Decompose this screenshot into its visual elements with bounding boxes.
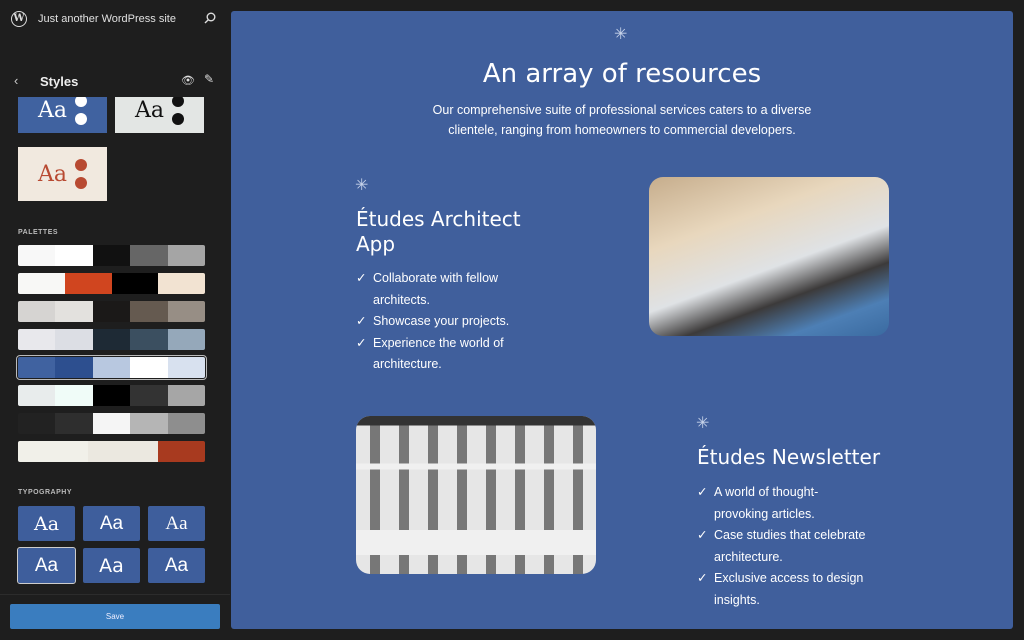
- variation-sample-text: Aa: [134, 97, 164, 123]
- list-item: A world of thought-provoking articles.: [697, 482, 872, 525]
- palette-option[interactable]: [18, 441, 205, 462]
- panel-title: Styles: [40, 74, 79, 89]
- newsletter-heading: Études Newsletter: [697, 445, 881, 469]
- palette-swatch: [64, 273, 112, 294]
- palette-swatch: [130, 301, 168, 322]
- variation-sample-text: Aa: [37, 97, 67, 123]
- palette-swatch: [18, 441, 89, 462]
- typography-option[interactable]: Aa: [148, 506, 205, 541]
- palette-option[interactable]: [18, 385, 205, 406]
- palette-swatch: [130, 413, 168, 434]
- variation-sample-text: Aa: [37, 161, 67, 187]
- typography-option[interactable]: Aa: [18, 506, 75, 541]
- site-title[interactable]: Just another WordPress site: [38, 13, 176, 25]
- palette-swatch: [55, 329, 93, 350]
- palette-swatch: [92, 413, 131, 434]
- palette-swatch: [55, 413, 93, 434]
- style-variation-card[interactable]: Aa: [18, 147, 107, 201]
- divider: [0, 594, 230, 595]
- newsletter-feature-list: A world of thought-provoking articles. C…: [697, 482, 872, 611]
- list-item: Experience the world of architecture.: [356, 333, 531, 376]
- page-subtitle: Our comprehensive suite of professional …: [432, 103, 812, 137]
- wordpress-logo-icon[interactable]: W: [11, 11, 27, 27]
- palette-swatch: [92, 357, 131, 378]
- palette-swatch: [92, 329, 131, 350]
- palette-swatch: [55, 301, 93, 322]
- palette-option[interactable]: [18, 245, 205, 266]
- eye-icon[interactable]: 👁: [181, 74, 195, 87]
- photo-person-photographing-building: [649, 177, 889, 336]
- palette-swatch: [158, 441, 205, 462]
- palette-swatch: [167, 357, 205, 378]
- palette-swatch: [92, 385, 131, 406]
- palette-swatch: [111, 273, 159, 294]
- preview-canvas[interactable]: ✳ An array of resources Our comprehensiv…: [231, 11, 1013, 629]
- styles-scroll-area[interactable]: Aa Aa Aa PALETTES TYPOGRAPHY Aa Aa Aa Aa Aa Aa: [0, 97, 230, 590]
- palette-option[interactable]: [18, 329, 205, 350]
- palette-swatch: [167, 329, 205, 350]
- palette-swatch: [92, 301, 131, 322]
- asterisk-icon: ✳: [696, 415, 710, 432]
- palette-swatch: [158, 273, 205, 294]
- back-icon[interactable]: ‹: [14, 73, 18, 88]
- palette-swatch: [18, 245, 56, 266]
- color-dots-icon: [75, 159, 87, 189]
- palette-swatch: [18, 357, 56, 378]
- asterisk-icon: ✳: [355, 177, 369, 194]
- search-icon[interactable]: [204, 12, 216, 24]
- list-item: Showcase your projects.: [356, 311, 531, 333]
- app-feature-list: Collaborate with fellow architects. Show…: [356, 268, 531, 376]
- palette-swatch: [130, 357, 168, 378]
- app-heading: Études Architect App: [356, 207, 521, 256]
- palette-swatch: [18, 329, 56, 350]
- asterisk-icon: ✳: [614, 26, 628, 43]
- palette-swatch: [130, 329, 168, 350]
- palette-swatch: [167, 413, 205, 434]
- palette-swatch: [92, 245, 131, 266]
- palette-swatch: [55, 357, 93, 378]
- typography-label: TYPOGRAPHY: [18, 489, 73, 496]
- typography-option[interactable]: Aa: [17, 547, 76, 584]
- list-item: Case studies that celebrate architecture…: [697, 525, 872, 568]
- palette-swatch: [130, 385, 168, 406]
- color-dots-icon: [172, 97, 184, 125]
- palette-swatch: [167, 301, 205, 322]
- save-button[interactable]: Save: [10, 604, 220, 629]
- style-variation-card[interactable]: Aa: [18, 97, 107, 133]
- palette-swatch: [18, 273, 65, 294]
- color-dots-icon: [75, 97, 87, 125]
- list-item: Collaborate with fellow architects.: [356, 268, 531, 311]
- palette-swatch: [130, 245, 168, 266]
- photo-building-facade: [356, 416, 596, 574]
- palette-option[interactable]: [18, 413, 205, 434]
- palettes-label: PALETTES: [18, 229, 59, 236]
- styles-sidebar: W Just another WordPress site ‹ Styles 👁…: [0, 0, 230, 640]
- palette-swatch: [167, 385, 205, 406]
- palette-swatch: [18, 413, 56, 434]
- palette-swatch: [167, 245, 205, 266]
- page-heading: An array of resources: [482, 59, 762, 89]
- palette-swatch: [18, 385, 56, 406]
- palette-option[interactable]: [16, 355, 207, 380]
- palette-option[interactable]: [18, 273, 205, 294]
- palette-swatch: [88, 441, 159, 462]
- typography-option[interactable]: Aa: [83, 506, 140, 541]
- edit-icon[interactable]: ✎: [204, 72, 214, 86]
- palette-swatch: [55, 385, 93, 406]
- typography-option[interactable]: Aa: [83, 548, 140, 583]
- palette-swatch: [18, 301, 56, 322]
- palette-option[interactable]: [18, 301, 205, 322]
- typography-option[interactable]: Aa: [148, 548, 205, 583]
- palette-swatch: [55, 245, 93, 266]
- list-item: Exclusive access to design insights.: [697, 568, 872, 611]
- style-variation-card[interactable]: Aa: [115, 97, 204, 133]
